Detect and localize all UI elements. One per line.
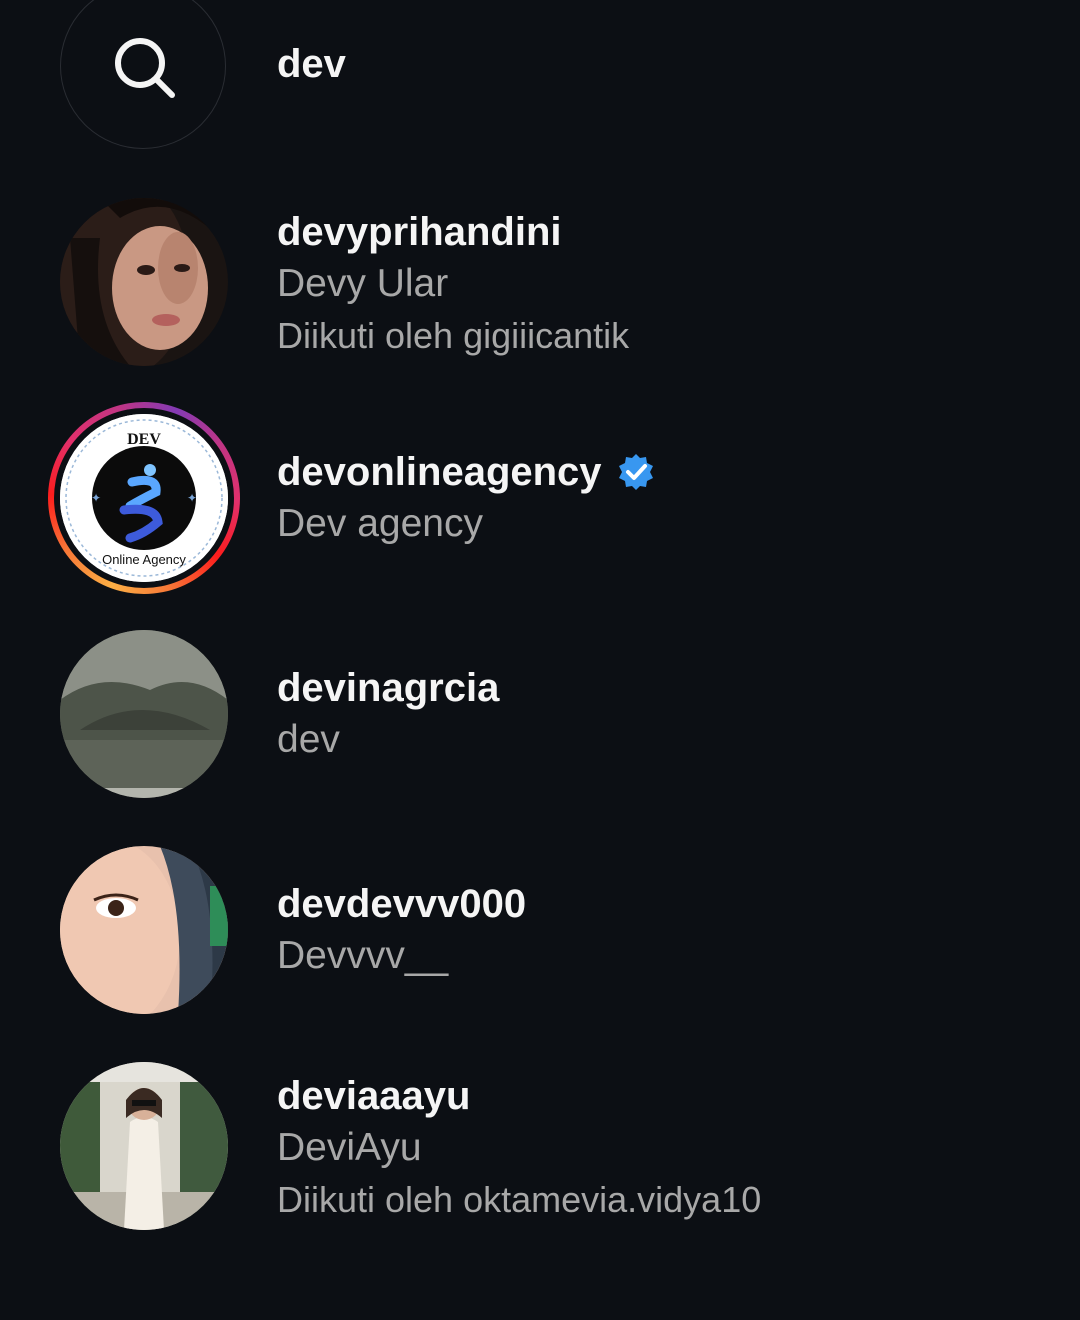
search-result-item[interactable]: DEV Online Agency ✦ ✦ devonlineagency De… bbox=[0, 402, 1080, 630]
username: devinagrcia bbox=[277, 666, 500, 710]
result-text: devyprihandini Devy Ular Diikuti oleh gi… bbox=[277, 206, 629, 362]
logo-text-bottom: Online Agency bbox=[102, 552, 186, 567]
search-query-text[interactable]: dev bbox=[277, 42, 346, 87]
result-text: devinagrcia dev bbox=[277, 662, 499, 766]
full-name: Devy Ular bbox=[277, 262, 449, 305]
logo-text-top: DEV bbox=[127, 431, 161, 448]
avatar[interactable] bbox=[60, 630, 228, 798]
search-result-item[interactable]: devinagrcia dev bbox=[0, 630, 1080, 846]
svg-text:✦: ✦ bbox=[187, 491, 197, 505]
full-name: dev bbox=[277, 718, 340, 761]
avatar[interactable] bbox=[60, 1062, 228, 1230]
avatar[interactable]: DEV Online Agency ✦ ✦ bbox=[60, 414, 228, 582]
full-name: Devvvv__ bbox=[277, 934, 449, 977]
username: deviaaayu bbox=[277, 1074, 471, 1118]
story-ring[interactable]: DEV Online Agency ✦ ✦ bbox=[48, 402, 240, 594]
full-name: DeviAyu bbox=[277, 1126, 422, 1169]
username: devdevvv000 bbox=[277, 882, 527, 926]
result-text: devdevvv000 Devvvv__ bbox=[277, 878, 526, 982]
avatar[interactable] bbox=[60, 198, 228, 366]
search-result-item[interactable]: devyprihandini Devy Ular Diikuti oleh gi… bbox=[0, 198, 1080, 414]
search-icon[interactable] bbox=[111, 34, 177, 100]
result-text: devonlineagency Dev agency bbox=[277, 446, 656, 550]
avatar[interactable] bbox=[60, 846, 228, 1014]
search-result-item[interactable]: deviaaayu DeviAyu Diikuti oleh oktamevia… bbox=[0, 1062, 1080, 1278]
result-text: deviaaayu DeviAyu Diikuti oleh oktamevia… bbox=[277, 1070, 761, 1226]
full-name: Dev agency bbox=[277, 502, 483, 545]
search-result-item[interactable]: devdevvv000 Devvvv__ bbox=[0, 846, 1080, 1062]
followed-by-text: Diikuti oleh gigiiicantik bbox=[277, 315, 630, 356]
username: devonlineagency bbox=[277, 446, 656, 498]
verified-badge-icon bbox=[618, 454, 653, 490]
followed-by-text: Diikuti oleh oktamevia.vidya10 bbox=[277, 1179, 762, 1220]
svg-text:✦: ✦ bbox=[91, 491, 101, 505]
username: devyprihandini bbox=[277, 210, 562, 254]
